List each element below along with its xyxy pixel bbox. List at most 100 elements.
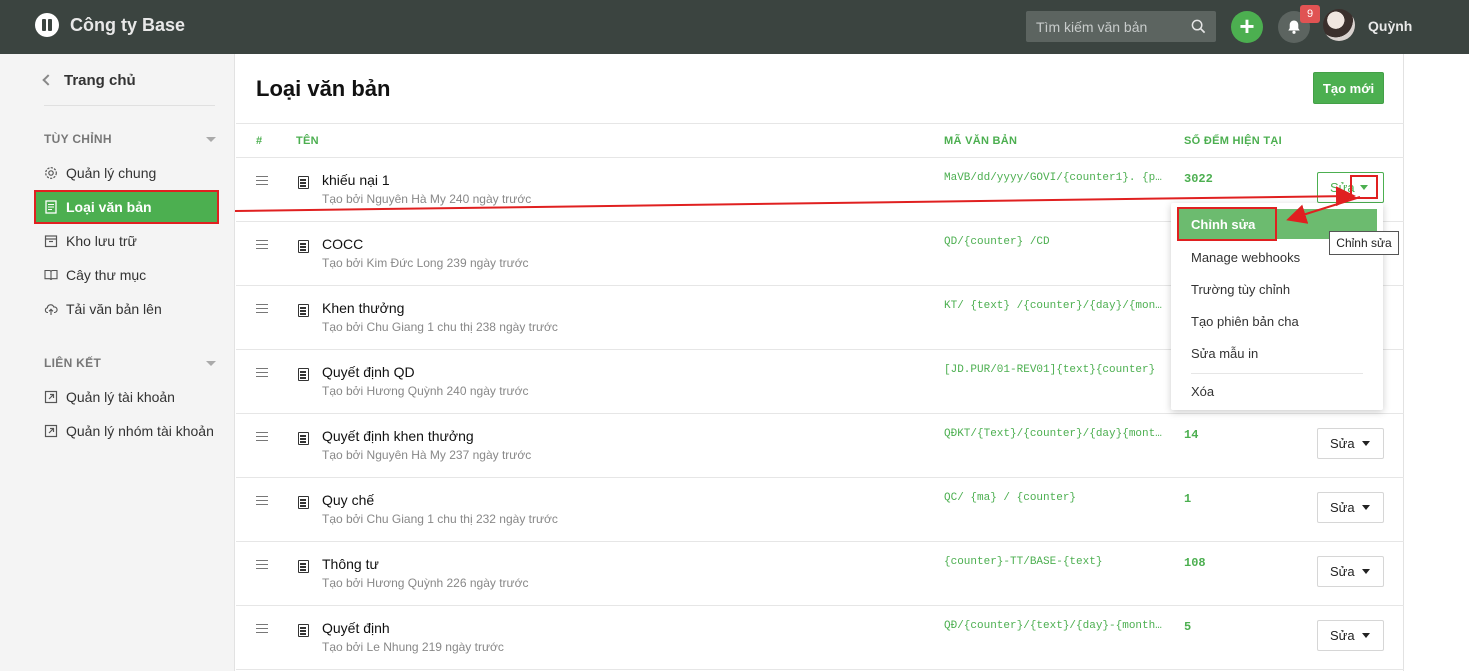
sidebar-item-document-types[interactable]: Loại văn bản — [34, 190, 219, 224]
row-creator: Tạo bởi Hương Quỳnh 240 ngày trước — [322, 384, 529, 398]
book-icon — [44, 269, 58, 281]
sidebar-item-label: Quản lý nhóm tài khoản — [66, 423, 214, 439]
caret-down-icon[interactable] — [206, 137, 216, 142]
edit-label: Sửa — [1330, 500, 1355, 515]
sidebar-item-upload[interactable]: Tải văn bản lên — [44, 297, 162, 321]
table-header: # TÊN MÃ VĂN BẢN SỐ ĐẾM HIỆN TẠI — [236, 123, 1404, 158]
search-box[interactable] — [1026, 11, 1216, 42]
sidebar-item-folder-tree[interactable]: Cây thư mục — [44, 263, 146, 287]
table-row[interactable]: Thông tư Tạo bởi Hương Quỳnh 226 ngày tr… — [236, 542, 1404, 606]
document-icon — [298, 496, 309, 509]
row-code: [JD.PUR/01-REV01]{text}{counter} — [944, 364, 1156, 376]
row-creator: Tạo bởi Kim Đức Long 239 ngày trước — [322, 256, 529, 270]
search-input[interactable] — [1026, 11, 1186, 42]
upload-cloud-icon — [44, 304, 58, 315]
username[interactable]: Quỳnh — [1368, 18, 1412, 34]
row-count: 5 — [1184, 620, 1192, 634]
document-icon — [298, 560, 309, 573]
row-code: {counter}-TT/BASE-{text} — [944, 556, 1103, 568]
row-creator: Tạo bởi Chu Giang 1 chu thị 238 ngày trư… — [322, 320, 558, 334]
row-name[interactable]: Quyết định khen thưởng — [322, 428, 474, 444]
table-row[interactable]: Quyết định Tạo bởi Le Nhung 219 ngày trư… — [236, 606, 1404, 670]
sidebar-item-account-groups[interactable]: Quản lý nhóm tài khoản — [44, 419, 214, 443]
edit-button[interactable]: Sửa — [1317, 172, 1384, 203]
create-button[interactable]: Tạo mới — [1313, 72, 1384, 104]
caret-down-icon[interactable] — [206, 361, 216, 366]
sidebar-item-label: Tải văn bản lên — [66, 301, 162, 317]
avatar[interactable] — [1323, 9, 1355, 41]
sidebar-item-label: Loại văn bản — [66, 199, 152, 215]
edit-button[interactable]: Sửa — [1317, 492, 1384, 523]
menu-divider — [1191, 373, 1363, 374]
drag-handle-icon[interactable] — [256, 560, 268, 569]
divider — [44, 105, 215, 106]
document-icon — [298, 368, 309, 381]
document-icon — [298, 304, 309, 317]
row-name[interactable]: Quyết định — [322, 620, 390, 636]
row-code: KT/ {text} /{counter}/{day}/{mon... — [944, 300, 1166, 312]
annotation-highlight — [1177, 207, 1277, 241]
caret-down-icon — [1360, 184, 1368, 190]
sidebar-item-archive[interactable]: Kho lưu trữ — [44, 229, 137, 253]
notification-badge: 9 — [1300, 5, 1320, 23]
row-name[interactable]: Thông tư — [322, 556, 379, 572]
sidebar-item-general[interactable]: Quản lý chung — [44, 161, 156, 185]
drag-handle-icon[interactable] — [256, 432, 268, 441]
row-code: QC/ {ma} / {counter} — [944, 492, 1077, 504]
row-creator: Tạo bởi Nguyên Hà My 237 ngày trước — [322, 448, 532, 462]
sidebar: Trang chủ TÙY CHỈNH Quản lý chung Loại v… — [0, 54, 235, 671]
home-link[interactable]: Trang chủ — [42, 72, 136, 89]
row-code: QD/{counter} /CD — [944, 236, 1050, 248]
sidebar-item-accounts[interactable]: Quản lý tài khoản — [44, 385, 175, 409]
edit-button[interactable]: Sửa — [1317, 428, 1384, 459]
row-creator: Tạo bởi Le Nhung 219 ngày trước — [322, 640, 504, 654]
row-code: QĐ/{counter}/{text}/{day}-{month... — [944, 620, 1166, 632]
search-icon[interactable] — [1191, 19, 1206, 34]
menu-item-parent-version[interactable]: Tạo phiên bản cha — [1171, 307, 1383, 335]
add-button[interactable]: + — [1231, 11, 1263, 43]
page-title: Loại văn bản — [256, 76, 391, 101]
column-count: SỐ ĐẾM HIỆN TẠI — [1184, 135, 1283, 147]
column-index: # — [256, 135, 263, 147]
external-link-icon — [44, 390, 58, 404]
table-row[interactable]: Quyết định khen thưởng Tạo bởi Nguyên Hà… — [236, 414, 1404, 478]
document-icon — [298, 432, 309, 445]
row-name[interactable]: COCC — [322, 236, 363, 252]
column-name: TÊN — [296, 135, 319, 147]
row-code: QĐKT/{Text}/{counter}/{day}{mont... — [944, 428, 1166, 440]
company-name[interactable]: Công ty Base — [70, 15, 185, 36]
menu-item-custom-fields[interactable]: Trường tùy chỉnh — [1171, 275, 1383, 303]
edit-button[interactable]: Sửa — [1317, 620, 1384, 651]
row-name[interactable]: Quyết định QD — [322, 364, 415, 380]
sidebar-item-label: Cây thư mục — [66, 267, 147, 283]
app-logo-icon[interactable] — [35, 13, 59, 37]
edit-label: Sửa — [1330, 564, 1355, 579]
drag-handle-icon[interactable] — [256, 496, 268, 505]
drag-handle-icon[interactable] — [256, 304, 268, 313]
caret-down-icon — [1361, 505, 1370, 510]
section-title-customize[interactable]: TÙY CHỈNH — [44, 132, 112, 146]
row-code: MaVB/dd/yyyy/GOVI/{counter1}. {p... — [944, 172, 1166, 184]
chevron-left-icon — [42, 74, 54, 86]
caret-down-icon — [1361, 441, 1370, 446]
drag-handle-icon[interactable] — [256, 240, 268, 249]
row-count: 1 — [1184, 492, 1192, 506]
drag-handle-icon[interactable] — [256, 176, 268, 185]
table-row[interactable]: Quy chế Tạo bởi Chu Giang 1 chu thị 232 … — [236, 478, 1404, 542]
sidebar-item-label: Quản lý tài khoản — [66, 389, 175, 405]
drag-handle-icon[interactable] — [256, 624, 268, 633]
menu-item-delete[interactable]: Xóa — [1171, 377, 1383, 405]
menu-item-print-template[interactable]: Sửa mẫu in — [1171, 339, 1383, 367]
dropdown-toggle[interactable] — [1350, 175, 1378, 199]
row-count: 108 — [1184, 556, 1206, 570]
drag-handle-icon[interactable] — [256, 368, 268, 377]
section-title-links[interactable]: LIÊN KẾT — [44, 356, 101, 370]
row-creator: Tạo bởi Nguyên Hà My 240 ngày trước — [322, 192, 532, 206]
document-icon — [298, 240, 309, 253]
row-name[interactable]: khiếu nại 1 — [322, 172, 390, 188]
row-name[interactable]: Khen thưởng — [322, 300, 404, 316]
row-creator: Tạo bởi Hương Quỳnh 226 ngày trước — [322, 576, 529, 590]
edit-button[interactable]: Sửa — [1317, 556, 1384, 587]
external-link-icon — [44, 424, 58, 438]
row-name[interactable]: Quy chế — [322, 492, 374, 508]
